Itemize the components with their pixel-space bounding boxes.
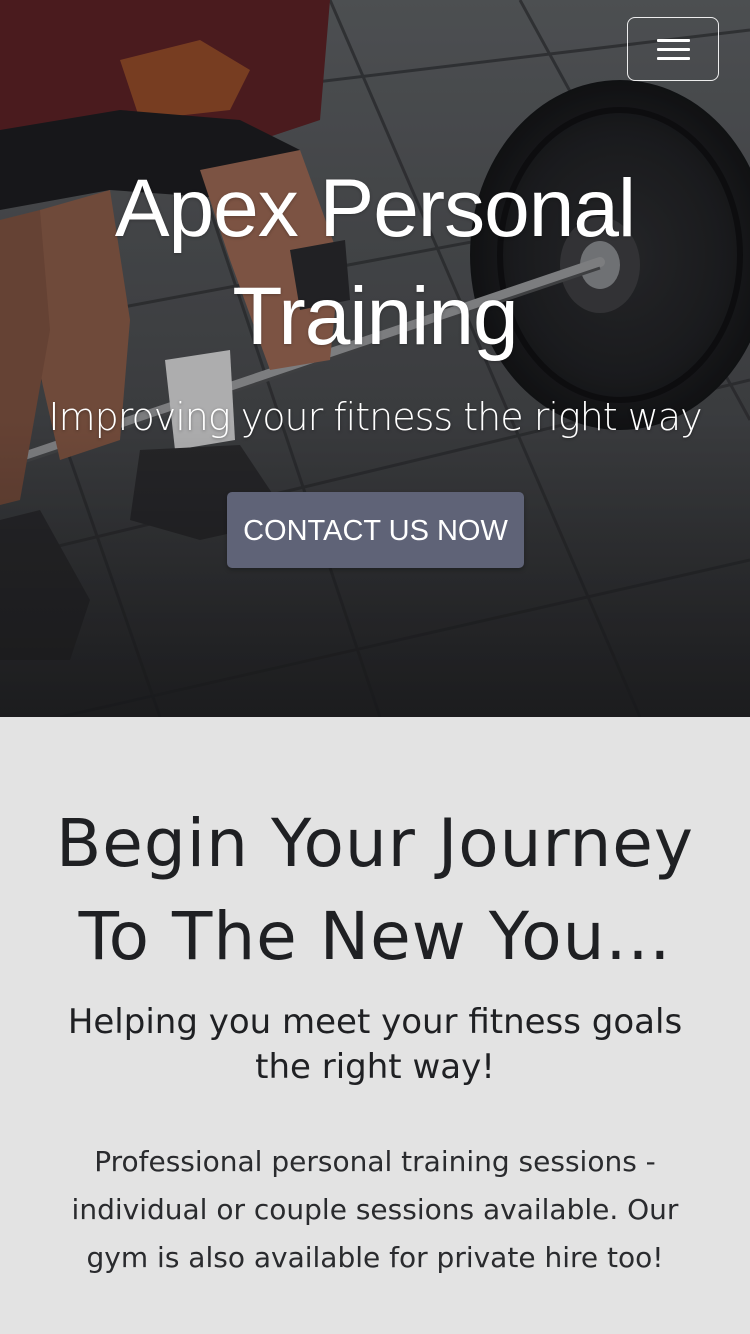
hero-subtitle: Improving your fitness the right way — [48, 395, 702, 439]
intro-subheading: Helping you meet your fitness goals the … — [67, 1002, 683, 1087]
intro-body-text: Professional personal training sessions … — [71, 1145, 679, 1274]
intro-heading: Begin Your Journey To The New You... — [56, 805, 694, 975]
hamburger-menu-icon — [657, 39, 690, 42]
hero-section: Apex Personal Training Improving your fi… — [0, 0, 750, 717]
hero-title: Apex Personal Training — [114, 163, 636, 362]
intro-section: Begin Your Journey To The New You... Hel… — [0, 717, 750, 1334]
hamburger-menu-icon-bar — [657, 57, 690, 60]
contact-us-button[interactable]: CONTACT US NOW — [227, 492, 524, 568]
hamburger-menu-icon-bar — [657, 48, 690, 51]
menu-toggle-button[interactable] — [627, 17, 719, 81]
